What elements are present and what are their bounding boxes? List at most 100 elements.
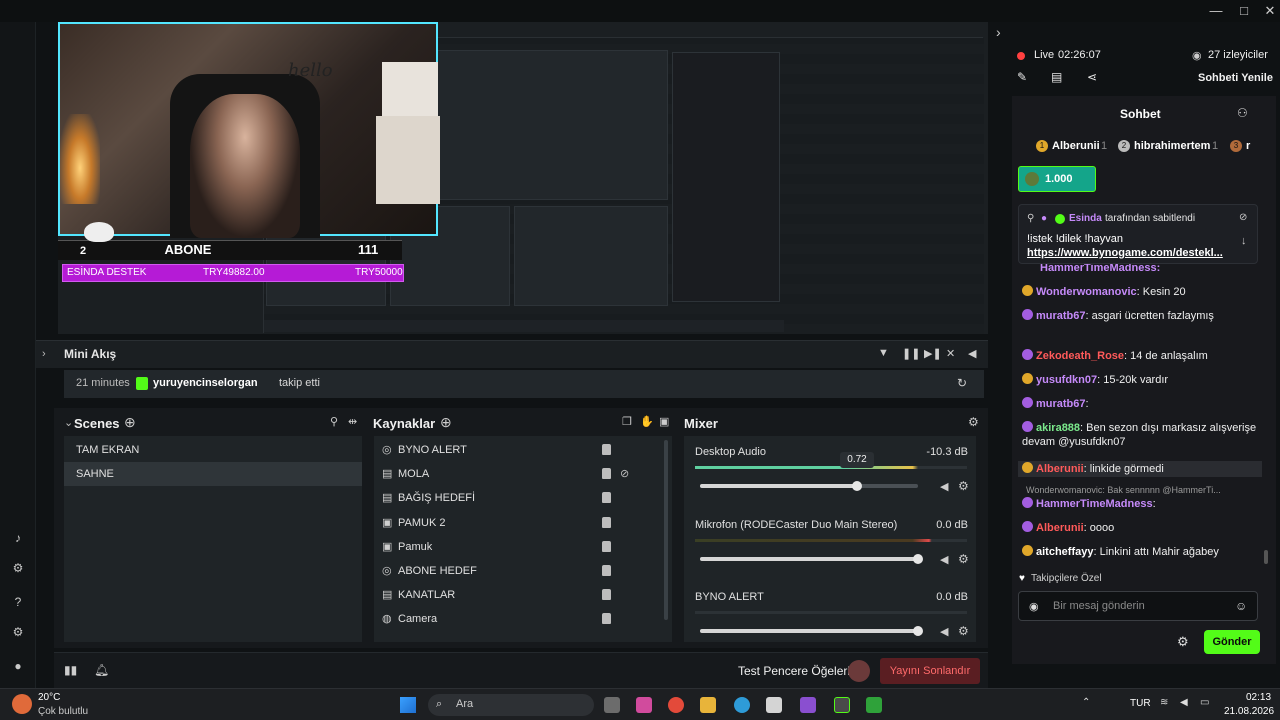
gear-icon[interactable]: ⚙ — [10, 624, 26, 640]
channel-settings-icon[interactable]: ⚙ — [958, 624, 969, 638]
source-item[interactable]: ◎ BYNO ALERT — [374, 438, 664, 462]
chat-settings-icon[interactable]: ⚙ — [1177, 634, 1189, 650]
chat-username[interactable]: muratb67 — [1036, 398, 1086, 410]
volume-slider[interactable] — [700, 629, 918, 633]
source-item[interactable]: ◎ ABONE HEDEF — [374, 559, 664, 583]
source-item[interactable]: ▤ KANATLAR — [374, 583, 664, 607]
lock-icon[interactable] — [602, 444, 611, 455]
channel-settings-icon[interactable]: ⚙ — [958, 479, 969, 493]
tray-chevron-icon[interactable]: ⌃ — [1082, 697, 1090, 708]
language-indicator[interactable]: TUR — [1130, 698, 1151, 709]
refresh-chat-button[interactable]: Sohbeti Yenile — [1198, 72, 1273, 84]
user-icon[interactable]: ● — [10, 658, 26, 674]
transition-icon[interactable]: ⇹ — [348, 415, 357, 428]
taskbar-search[interactable]: ⌕ Ara — [428, 694, 594, 716]
maximize-button[interactable]: □ — [1236, 3, 1252, 19]
lock-icon[interactable] — [602, 565, 611, 576]
unpin-icon[interactable]: ⊘ — [1239, 212, 1247, 223]
explorer-icon[interactable] — [700, 697, 716, 713]
source-item[interactable]: ▣ Pamuk — [374, 535, 664, 559]
add-folder-icon[interactable]: ▣ — [659, 415, 669, 428]
chat-scrollbar[interactable] — [1264, 550, 1268, 564]
chat-username[interactable]: HammerTimeMadness — [1036, 498, 1153, 510]
task-view-icon[interactable] — [604, 697, 620, 713]
mute-alerts-icon[interactable]: ✕ — [946, 347, 955, 360]
users-icon[interactable]: ⚇ — [1237, 106, 1248, 120]
emoji-icon[interactable]: ☺ — [1235, 599, 1247, 613]
store-icon[interactable] — [766, 697, 782, 713]
clock-time[interactable]: 02:13 — [1246, 692, 1271, 703]
pause-icon[interactable]: ❚❚ — [902, 347, 920, 360]
volume-slider-knob[interactable] — [913, 626, 923, 636]
chat-username[interactable]: Zekodeath_Rose — [1036, 350, 1124, 362]
rec-button[interactable] — [848, 660, 870, 682]
collapse-chevron-icon[interactable]: ⌄ — [64, 416, 73, 429]
mute-icon[interactable]: ◀ — [940, 553, 948, 566]
minimize-button[interactable]: — — [1208, 3, 1224, 19]
mute-icon[interactable]: ◀ — [940, 480, 948, 493]
chat-username[interactable]: akira888 — [1036, 422, 1080, 434]
send-button[interactable]: Gönder — [1204, 630, 1260, 654]
add-scene-icon[interactable]: ⊕ — [124, 414, 136, 431]
group-icon[interactable]: ❐ — [622, 415, 632, 428]
settings-alt-icon[interactable]: ⚙ — [10, 560, 26, 576]
leader-name[interactable]: Alberunii — [1052, 140, 1100, 152]
share-icon[interactable]: ⋖ — [1087, 70, 1097, 84]
expand-pinned-icon[interactable]: ↓ — [1241, 235, 1247, 247]
chat-username[interactable]: aitcheffayy — [1036, 546, 1093, 558]
channel-settings-icon[interactable]: ⚙ — [958, 552, 969, 566]
chat-username[interactable]: yusufdkn07 — [1036, 374, 1097, 386]
bell-icon[interactable]: 🔔︎ — [94, 663, 109, 677]
stats-icon[interactable]: ▮▮ — [64, 663, 77, 677]
end-stream-button[interactable]: Yayını Sonlandır — [880, 658, 980, 684]
windows-start-icon[interactable] — [400, 697, 416, 713]
lock-icon[interactable] — [602, 468, 611, 480]
mute-icon[interactable]: ◀ — [940, 625, 948, 638]
mixer-settings-icon[interactable]: ⚙ — [968, 415, 979, 429]
pin-icon[interactable]: ⚲ — [330, 415, 338, 428]
help-icon[interactable]: ? — [10, 594, 26, 610]
leader-name[interactable]: r — [1246, 140, 1250, 152]
hand-icon[interactable]: ✋ — [640, 415, 654, 428]
source-item[interactable]: ▣ PAMUK 2 — [374, 511, 664, 535]
filter-icon[interactable]: ▼ — [878, 347, 889, 359]
weather-icon[interactable] — [12, 694, 32, 714]
lock-icon[interactable] — [602, 516, 611, 528]
hidden-eye-icon[interactable]: ⊘ — [620, 462, 629, 486]
collapse-panel-icon[interactable]: › — [996, 24, 1001, 40]
volume-slider[interactable] — [700, 556, 918, 561]
tiktok-icon[interactable]: ♪ — [10, 530, 26, 546]
chat-username[interactable]: Alberunii — [1036, 522, 1084, 534]
streamlabs-icon[interactable] — [834, 697, 850, 713]
source-item[interactable]: ◍ Camera — [374, 607, 664, 631]
xbox-icon[interactable] — [866, 697, 882, 713]
test-widgets-label[interactable]: Test Pencere Öğeleri — [738, 664, 850, 678]
add-source-icon[interactable]: ⊕ — [440, 414, 452, 431]
battery-icon[interactable]: ▭ — [1200, 697, 1209, 708]
lock-icon[interactable] — [602, 492, 611, 504]
clock-date[interactable]: 21.08.2026 — [1224, 706, 1274, 717]
chat-username[interactable]: Alberunii — [1036, 463, 1084, 475]
scene-item[interactable]: TAM EKRAN — [64, 438, 362, 462]
source-item[interactable]: ▤ MOLA ⊘ — [374, 462, 664, 486]
close-button[interactable]: ✕ — [1262, 3, 1278, 19]
expand-chevron-icon[interactable]: › — [42, 348, 46, 360]
wifi-icon[interactable]: ≋ — [1160, 697, 1168, 708]
chrome-icon[interactable] — [668, 697, 684, 713]
source-item[interactable]: ▤ BAĞIŞ HEDEFİ — [374, 486, 664, 510]
lock-icon[interactable] — [602, 589, 611, 601]
sources-scrollbar[interactable] — [664, 440, 668, 620]
volume-icon[interactable]: ◀ — [968, 347, 976, 360]
clip-icon[interactable]: ▤ — [1051, 70, 1062, 84]
edit-icon[interactable]: ✎ — [1017, 70, 1027, 84]
lock-icon[interactable] — [602, 613, 611, 625]
edge-icon[interactable] — [734, 697, 750, 713]
skip-icon[interactable]: ▶❚ — [924, 347, 942, 360]
chat-username[interactable]: muratb67 — [1036, 310, 1086, 322]
volume-slider-knob[interactable] — [913, 553, 923, 564]
gift-badge[interactable]: 1.000 — [1018, 166, 1096, 192]
scene-item-selected[interactable]: SAHNE — [64, 462, 362, 486]
leader-name[interactable]: hibrahimertem — [1134, 140, 1210, 152]
volume-slider-knob[interactable] — [851, 481, 862, 491]
chat-input[interactable]: ◉ Bir mesaj gönderin ☺ — [1018, 591, 1258, 621]
